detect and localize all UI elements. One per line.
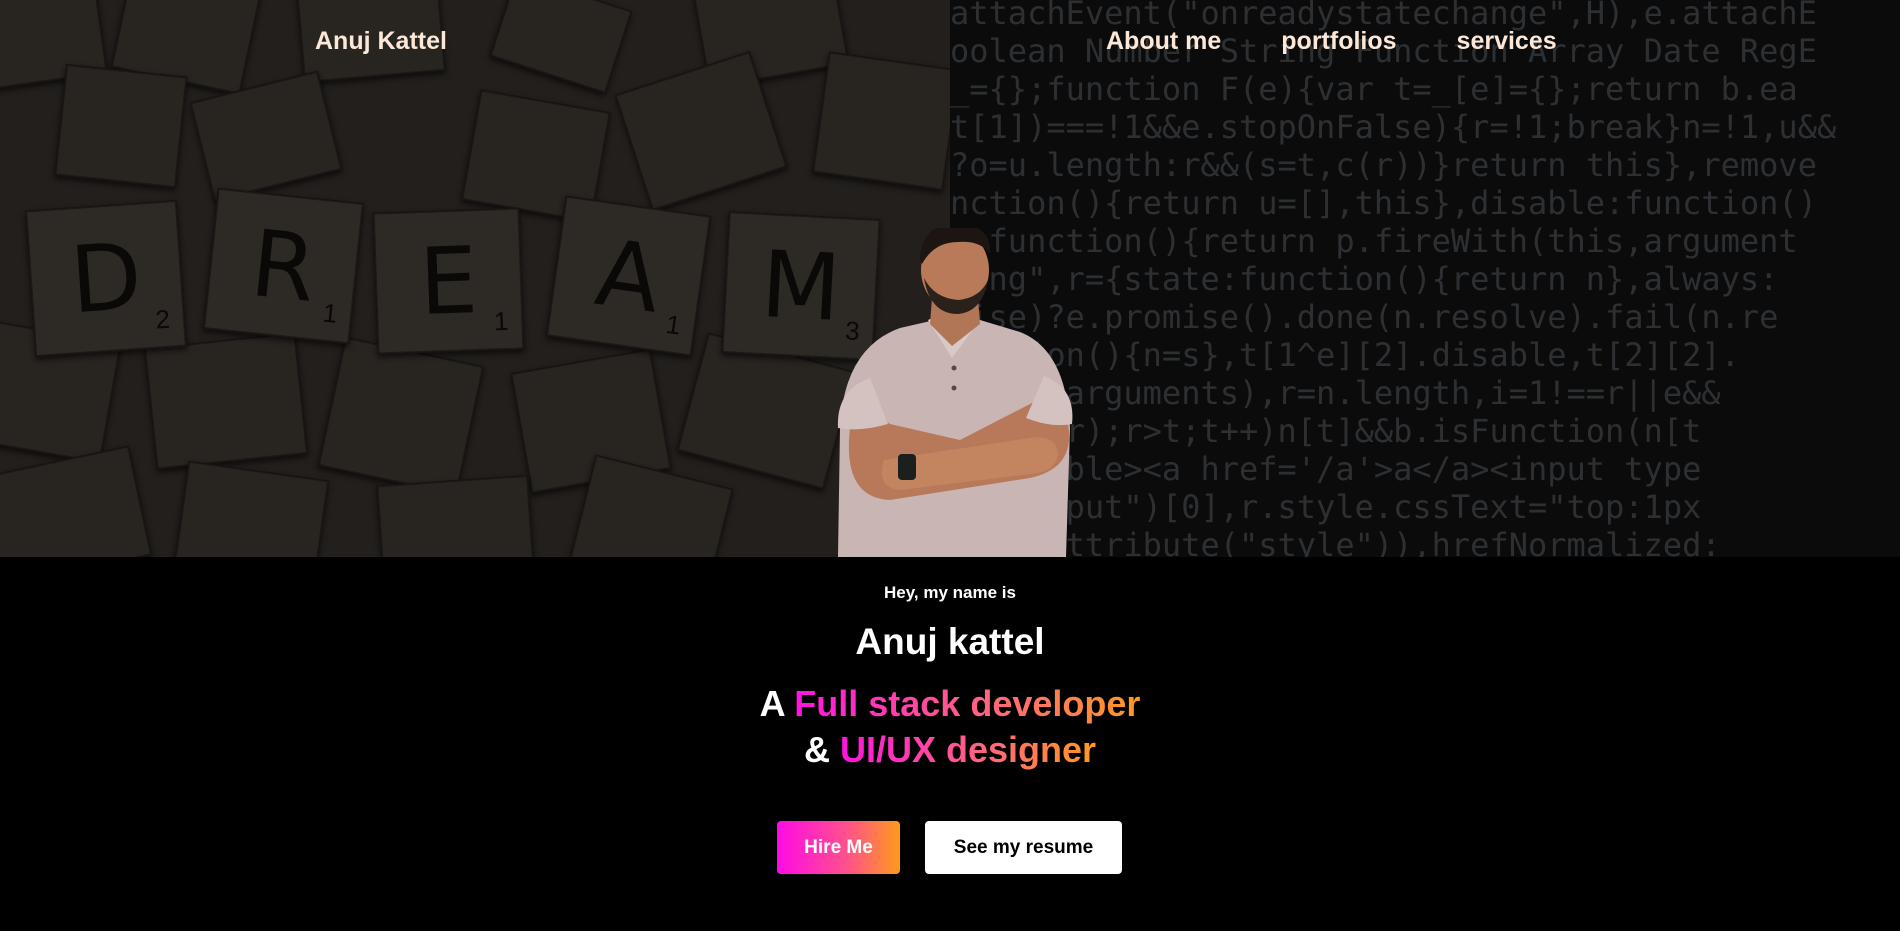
- code-background: attachEvent("onreadystatechange",H),e.at…: [950, 0, 1900, 557]
- code-line: t[1])===!1&&e.stopOnFalse){r=!1;break}n=…: [950, 108, 1837, 146]
- nav-services[interactable]: services: [1457, 27, 1557, 56]
- code-line: nction(){return u=[],this},disable:funct…: [950, 184, 1817, 222]
- role-highlight-fullstack: Full stack developer: [794, 683, 1141, 724]
- see-resume-button[interactable]: See my resume: [925, 821, 1122, 874]
- role-highlight-uiux: UI/UX designer: [839, 729, 1097, 770]
- profile-photo: [837, 228, 1073, 557]
- code-line: _={};function F(e){var t=_[e]={};return …: [950, 70, 1798, 108]
- hero-banner: D2 R1 E1 A1 M3 attachEvent("onreadystate…: [0, 0, 1900, 557]
- hire-me-button[interactable]: Hire Me: [777, 821, 900, 874]
- role-line-2: & UI/UX designer: [803, 729, 1097, 770]
- nav-portfolios[interactable]: portfolios: [1281, 27, 1396, 56]
- code-line: ?o=u.length:r&&(s=t,c(r))}return this},r…: [950, 146, 1817, 184]
- brand-logo[interactable]: Anuj Kattel: [315, 27, 447, 56]
- main-nav: About me portfolios services: [1106, 27, 1557, 56]
- nav-about-me[interactable]: About me: [1106, 27, 1221, 56]
- role-headline: A Full stack developer & UI/UX designer: [0, 681, 1900, 773]
- role-line-1: A Full stack developer: [759, 683, 1141, 724]
- person-name: Anuj kattel: [855, 621, 1045, 662]
- page: D2 R1 E1 A1 M3 attachEvent("onreadystate…: [0, 0, 1900, 931]
- greeting-text: Hey, my name is: [884, 583, 1016, 602]
- scrabble-tiles-background: D2 R1 E1 A1 M3: [0, 0, 950, 557]
- cta-buttons: Hire Me See my resume: [777, 821, 1122, 874]
- intro-section: Hey, my name is Anuj kattel A Full stack…: [0, 583, 1900, 773]
